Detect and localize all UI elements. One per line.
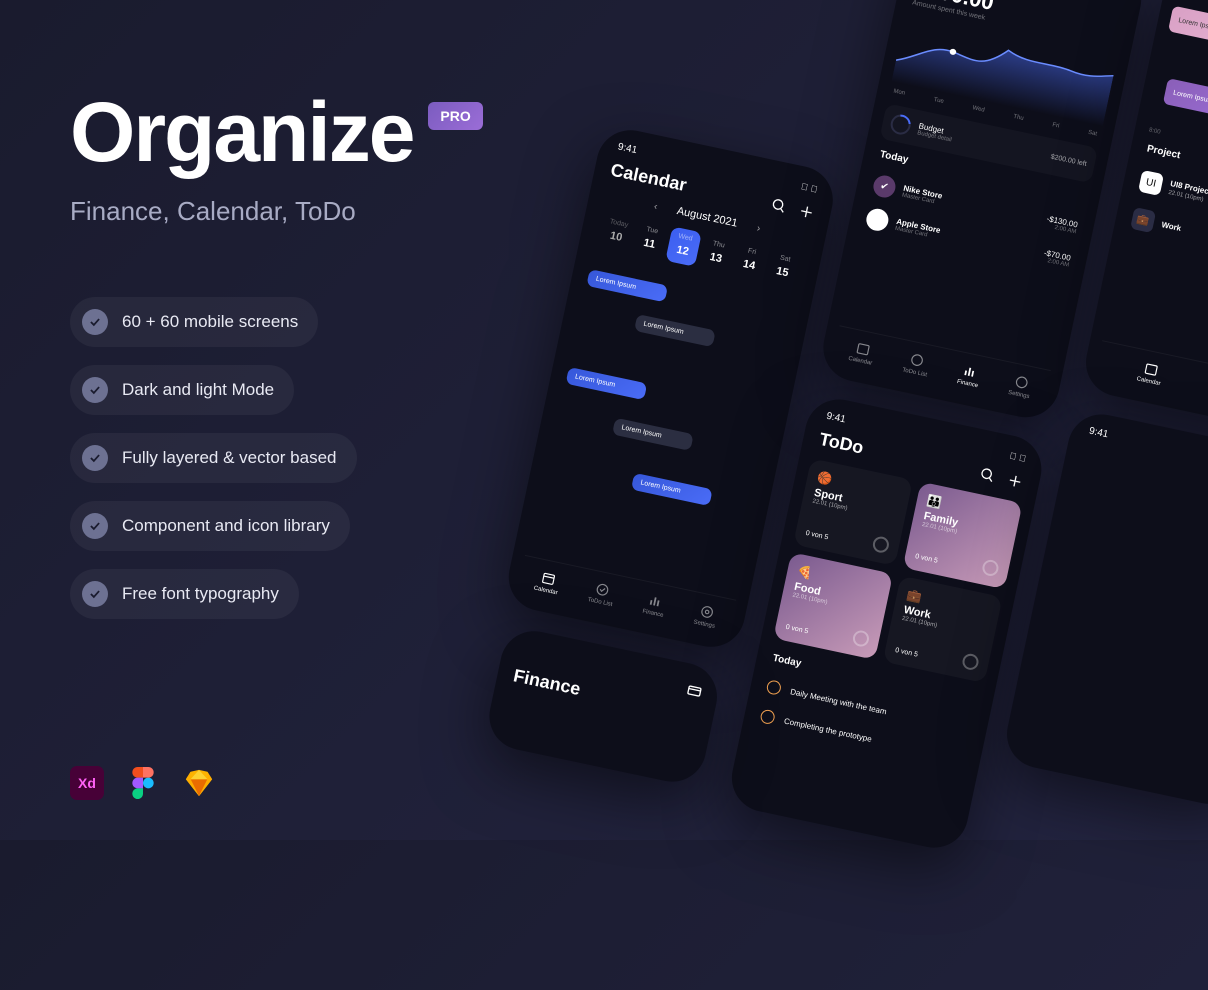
event-block[interactable]: Lorem Ipsum: [634, 314, 716, 347]
tab-calendar[interactable]: Calendar: [848, 339, 877, 367]
feature-label: Dark and light Mode: [122, 380, 274, 400]
project-icon: UI: [1138, 170, 1164, 196]
store-icon: ✔: [871, 173, 897, 199]
tab-finance[interactable]: Finance: [956, 362, 982, 389]
feature-item: Fully layered & vector based: [70, 433, 357, 483]
gantt-block[interactable]: Lorem Ipsum: [1168, 6, 1208, 58]
search-icon[interactable]: [978, 465, 997, 484]
tab-calendar[interactable]: Calendar: [533, 569, 562, 597]
tools-row: Xd: [70, 766, 216, 800]
project-icon: 💼: [1130, 207, 1156, 233]
gantt-block[interactable]: Lorem Ipsum: [1163, 78, 1208, 122]
calendar-icon: [540, 570, 557, 587]
day-cell[interactable]: Sat15: [765, 248, 802, 288]
adobe-xd-icon: Xd: [70, 766, 104, 800]
feature-list: 60 + 60 mobile screens Dark and light Mo…: [70, 297, 510, 619]
calendar-icon: [1143, 361, 1160, 378]
chevron-left-icon[interactable]: ‹: [653, 201, 659, 212]
plus-icon[interactable]: [1006, 471, 1025, 490]
day-cell[interactable]: Fri14: [732, 240, 769, 280]
tab-todo[interactable]: ToDo List: [587, 580, 616, 608]
plus-icon[interactable]: [797, 202, 816, 221]
feature-item: Free font typography: [70, 569, 299, 619]
day-cell[interactable]: Tue11: [632, 219, 669, 259]
subtitle: Finance, Calendar, ToDo: [70, 196, 510, 227]
progress-ring-icon: [887, 110, 915, 138]
event-block[interactable]: Lorem Ipsum: [566, 367, 648, 400]
day-cell[interactable]: Thu13: [699, 233, 736, 273]
feature-label: Component and icon library: [122, 516, 330, 536]
status-time: 9:41: [1088, 426, 1109, 441]
check-circle-icon: [909, 352, 926, 369]
feature-label: Fully layered & vector based: [122, 448, 337, 468]
day-cell[interactable]: Today10: [599, 212, 636, 252]
search-icon[interactable]: [770, 196, 789, 215]
tab-settings[interactable]: Settings: [1007, 373, 1033, 400]
feature-item: Component and icon library: [70, 501, 350, 551]
tab-settings[interactable]: Settings: [693, 603, 719, 630]
radio-icon: [759, 709, 776, 726]
feature-item: 60 + 60 mobile screens: [70, 297, 318, 347]
tab-calendar[interactable]: Calendar: [1136, 360, 1165, 388]
radio-icon: [766, 679, 783, 696]
status-icons: 􀙇􀛨: [1009, 450, 1027, 463]
progress-ring-icon: [981, 558, 1000, 577]
event-block[interactable]: Lorem Ipsum: [586, 269, 668, 302]
calendar-icon: [855, 340, 872, 357]
pro-badge: PRO: [428, 102, 482, 130]
chart-toggle-icon[interactable]: [1102, 0, 1132, 8]
tab-finance[interactable]: Finance: [642, 592, 668, 619]
feature-label: 60 + 60 mobile screens: [122, 312, 298, 332]
event-block[interactable]: Lorem Ipsum: [631, 473, 713, 506]
card-icon[interactable]: [685, 682, 704, 701]
check-icon: [82, 513, 108, 539]
progress-ring-icon: [851, 629, 870, 648]
check-icon: [82, 377, 108, 403]
status-time: 9:41: [617, 141, 638, 156]
check-icon: [82, 445, 108, 471]
feature-item: Dark and light Mode: [70, 365, 294, 415]
event-block[interactable]: Lorem Ipsum: [612, 418, 694, 451]
bars-icon: [647, 593, 664, 610]
status-icons: 􀙇􀛨: [800, 181, 818, 194]
chevron-right-icon[interactable]: ›: [756, 223, 762, 234]
check-icon: [82, 309, 108, 335]
check-circle-icon: [594, 581, 611, 598]
todo-card[interactable]: 🍕Food22.01 (10pm)0 von 5: [773, 552, 893, 660]
store-icon: [864, 207, 890, 233]
gear-icon: [1013, 374, 1030, 391]
status-time: 9:41: [825, 411, 846, 426]
sketch-icon: [182, 766, 216, 800]
tab-todo[interactable]: ToDo List: [902, 351, 931, 379]
day-cell-active[interactable]: Wed12: [665, 226, 702, 266]
phone-mockup-finance-peek: Finance: [483, 625, 723, 788]
check-icon: [82, 581, 108, 607]
todo-card[interactable]: 💼Work22.01 (10pm)0 von 5: [883, 575, 1003, 683]
progress-ring-icon: [961, 652, 980, 671]
bars-icon: [962, 363, 979, 380]
figma-icon: [126, 766, 160, 800]
feature-label: Free font typography: [122, 584, 279, 604]
progress-ring-icon: [871, 535, 890, 554]
gear-icon: [699, 604, 716, 621]
page-title: Organize: [70, 90, 413, 174]
